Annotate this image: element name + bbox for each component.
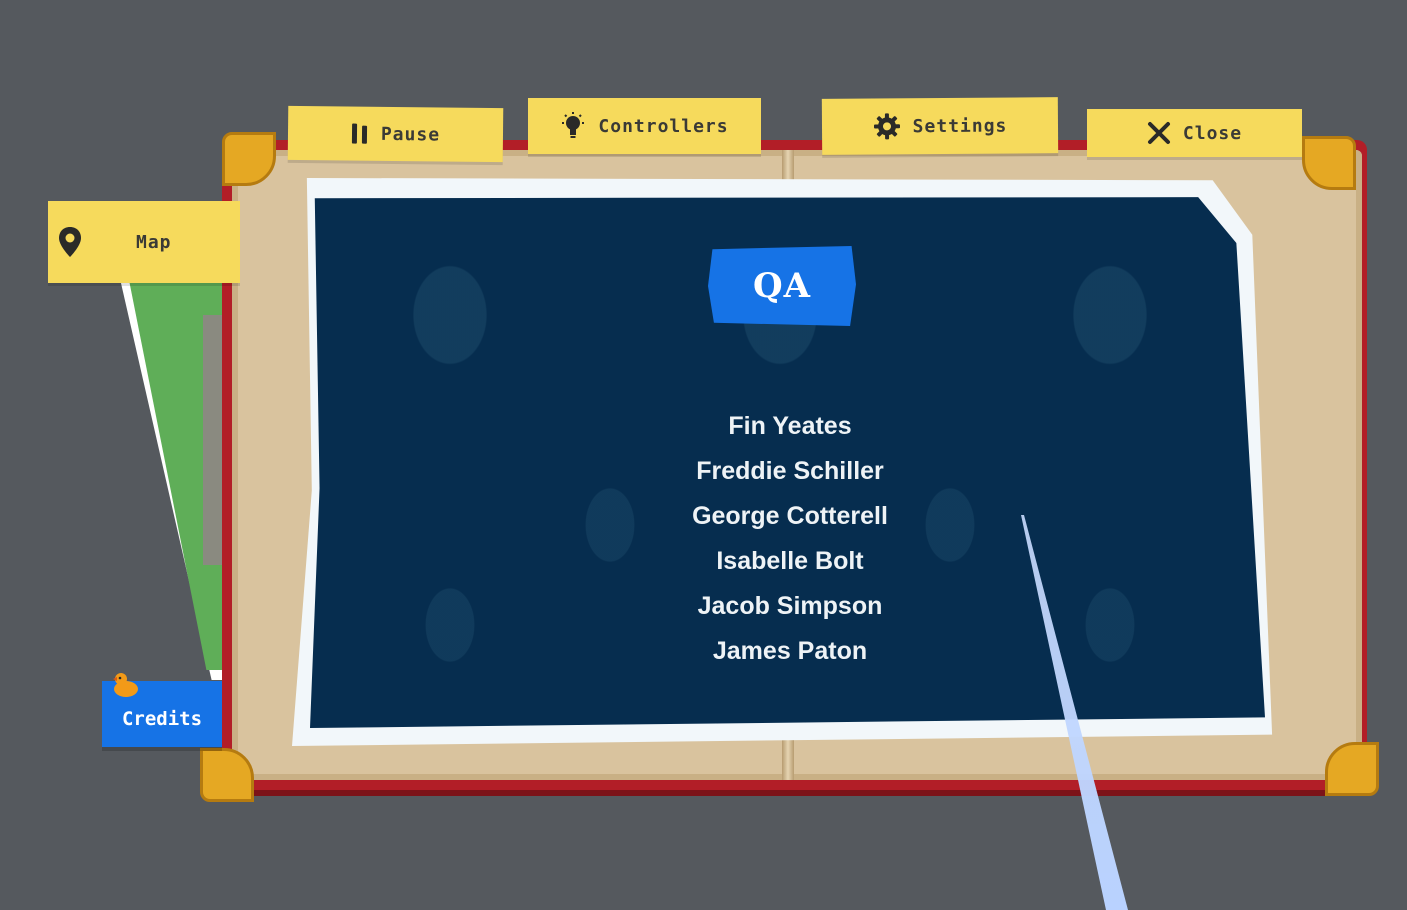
credit-name: George Cotterell [692, 502, 888, 530]
credit-name: Fin Yeates [728, 412, 852, 440]
tab-credits-label: Credits [121, 708, 203, 730]
tab-map[interactable]: Map [48, 201, 240, 283]
tab-close-label: Close [1182, 122, 1243, 144]
section-title-badge: QA [708, 246, 856, 326]
credit-name: Isabelle Bolt [716, 547, 864, 575]
tab-controllers[interactable]: Controllers [528, 98, 761, 154]
credit-name: Jacob Simpson [697, 592, 883, 620]
tab-settings-label: Settings [912, 115, 1008, 137]
tab-settings[interactable]: Settings [821, 97, 1059, 155]
tab-close[interactable]: Close [1087, 109, 1302, 157]
tab-pause-label: Pause [380, 123, 441, 145]
lightbulb-icon [560, 112, 586, 140]
credit-name: Freddie Schiller [696, 457, 884, 485]
credits-name-list: Fin Yeates Freddie Schiller George Cotte… [600, 404, 980, 674]
pause-icon [351, 123, 369, 145]
menu-scene: QA Fin Yeates Freddie Schiller George Co… [0, 0, 1407, 910]
close-icon [1147, 121, 1171, 145]
credit-name: James Paton [712, 637, 868, 665]
duck-icon [110, 670, 140, 698]
book-corner-bottom-right [1325, 742, 1379, 796]
map-pin-icon [58, 226, 82, 258]
tab-map-label: Map [136, 231, 172, 253]
tab-controllers-label: Controllers [598, 115, 729, 137]
tab-pause[interactable]: Pause [287, 105, 504, 163]
gear-icon [873, 112, 901, 140]
section-title: QA [753, 266, 811, 306]
